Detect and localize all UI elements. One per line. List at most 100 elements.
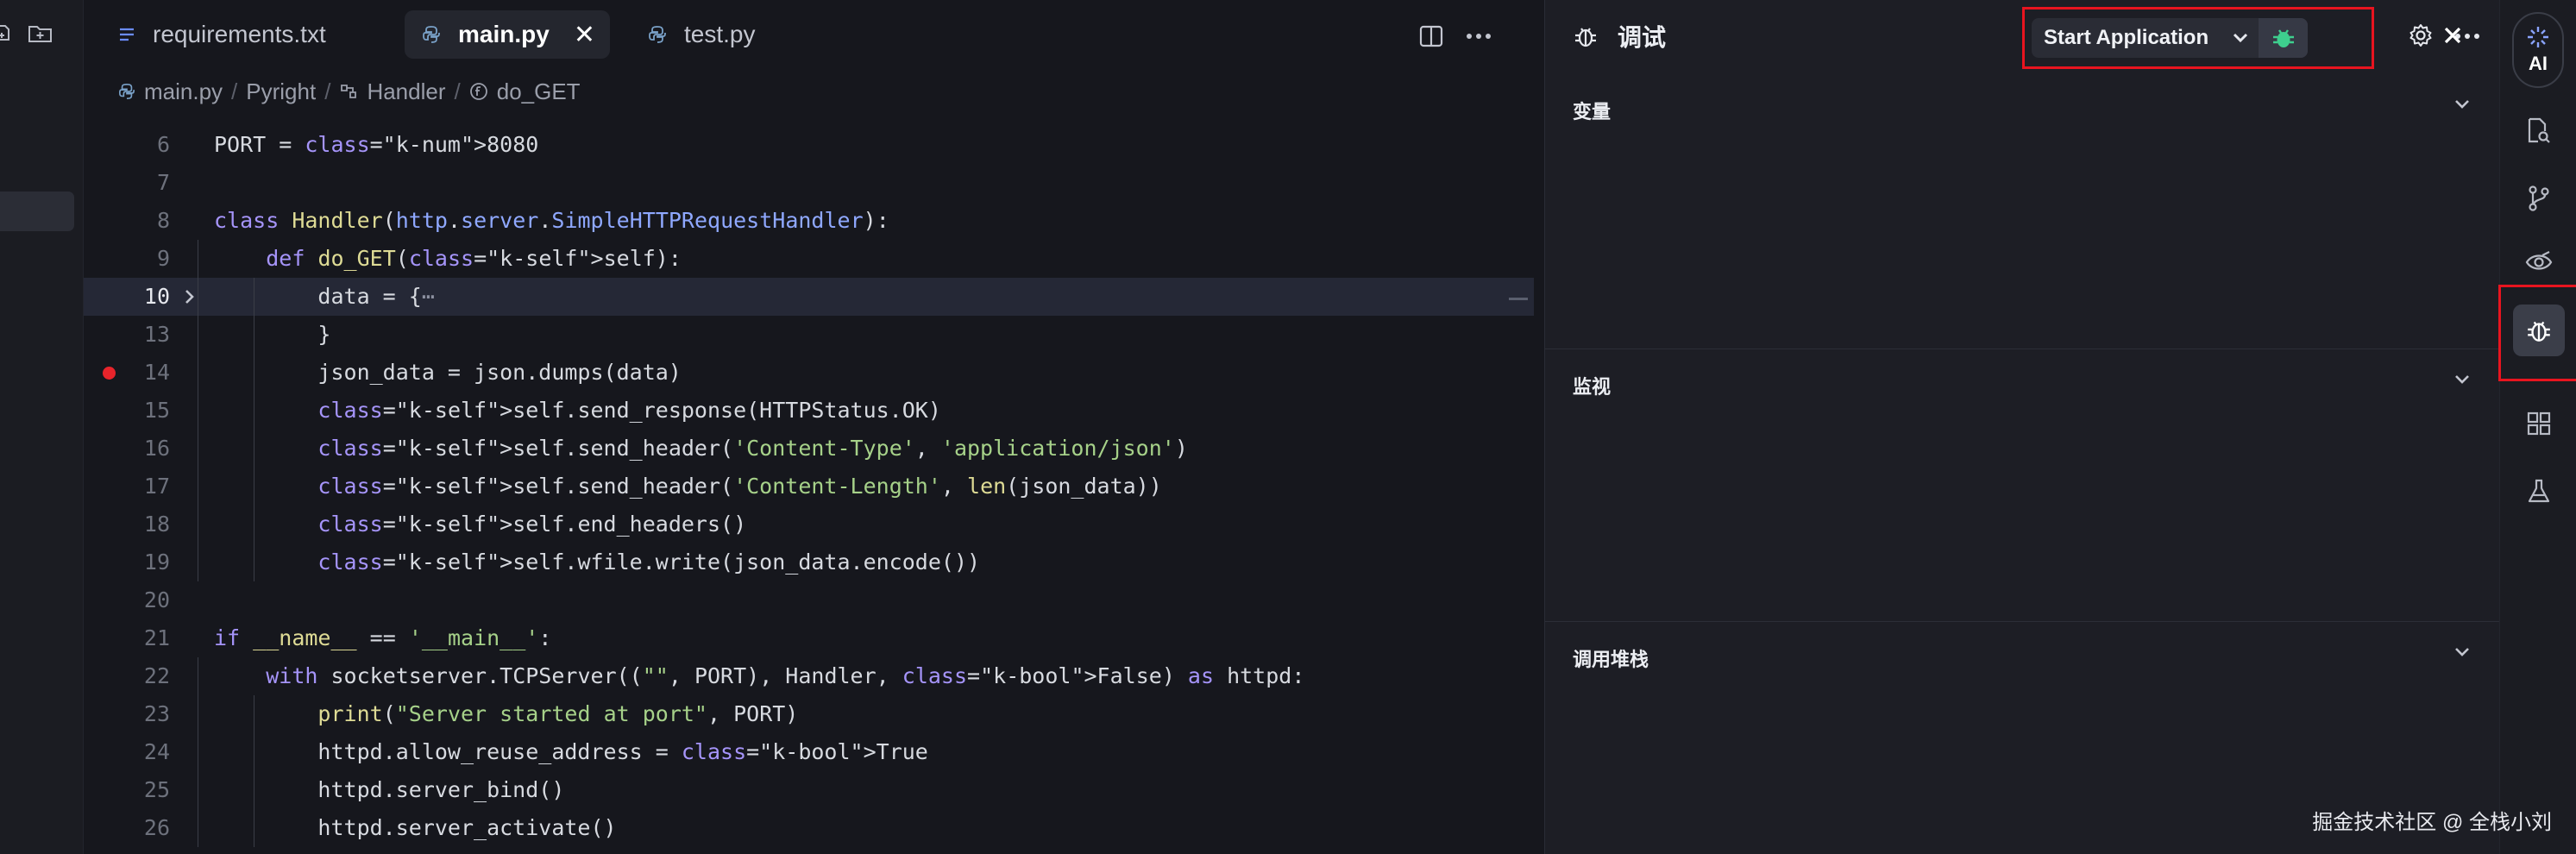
line-number[interactable]: 18 [84, 505, 170, 543]
line-number[interactable]: 14 [84, 354, 170, 392]
breadcrumb: main.py / Pyright / Handler / do_GET [118, 74, 581, 109]
line-number[interactable]: 17 [84, 468, 170, 505]
chevron-down-icon[interactable] [2453, 98, 2471, 110]
explorer-selected-item[interactable] [0, 192, 74, 231]
code-line[interactable]: 23 print("Server started at port", PORT) [84, 695, 1534, 733]
code-line[interactable]: 21 if __name__ == '__main__': [84, 619, 1534, 657]
sparkle-icon [2528, 27, 2548, 47]
chevron-down-icon[interactable] [2453, 374, 2471, 386]
chevron-down-icon[interactable] [2453, 646, 2471, 658]
line-number[interactable]: 19 [84, 543, 170, 581]
debug-panel: 调试 Start Application 变量 监视 调用堆栈 [1544, 0, 2500, 854]
tab-label: main.py [458, 21, 550, 47]
code-text: def do_GET(class="k-self">self): [266, 246, 682, 271]
close-icon[interactable] [2441, 24, 2464, 47]
launch-config-label: Start Application [2044, 26, 2209, 49]
code-line[interactable]: 19 class="k-self">self.wfile.write(json_… [84, 543, 1534, 581]
section-title[interactable]: 变量 [1573, 97, 1611, 124]
watermark: 掘金技术社区 @ 全栈小刘 [2312, 811, 2552, 834]
search-file-icon[interactable] [2500, 117, 2576, 145]
code-line[interactable]: 18 class="k-self">self.end_headers() [84, 505, 1534, 543]
line-number[interactable]: 25 [84, 771, 170, 809]
line-number[interactable]: 21 [84, 619, 170, 657]
source-control-icon[interactable] [2500, 185, 2576, 212]
code-text: } [214, 322, 331, 347]
code-line[interactable]: 6 PORT = class="k-num">8080 [84, 126, 1534, 164]
code-line[interactable]: 16 class="k-self">self.send_header('Cont… [84, 430, 1534, 468]
launch-config-select[interactable]: Start Application [2032, 18, 2308, 58]
bug-icon [2528, 321, 2550, 342]
tab-test-py[interactable]: test.py [636, 10, 826, 59]
debug-activity-highlight [2498, 285, 2576, 381]
line-number[interactable]: 6 [84, 126, 170, 164]
code-line[interactable]: 26 httpd.server_activate() [84, 809, 1534, 847]
code-line[interactable]: 13 } [84, 316, 1534, 354]
extensions-icon[interactable] [2500, 411, 2576, 436]
python-file-icon [648, 25, 667, 44]
code-line[interactable]: 17 class="k-self">self.send_header('Cont… [84, 468, 1534, 505]
close-tab-icon[interactable]: ✕ [574, 20, 595, 50]
code-text: httpd.allow_reuse_address = class="k-boo… [214, 739, 928, 764]
code-line[interactable]: 15 class="k-self">self.send_response(HTT… [84, 392, 1534, 430]
breadcrumb-class[interactable]: Handler [367, 78, 445, 105]
code-line[interactable]: 20 [84, 581, 1534, 619]
line-number[interactable]: 23 [84, 695, 170, 733]
launch-config-highlight: Start Application [2022, 7, 2374, 69]
code-line[interactable]: 22 with socketserver.TCPServer(("", PORT… [84, 657, 1534, 695]
ai-assistant-button[interactable]: AI [2512, 12, 2564, 88]
code-text: class="k-self">self.send_header('Content… [317, 436, 1188, 461]
section-title[interactable]: 监视 [1573, 372, 1611, 399]
line-number[interactable]: 20 [84, 581, 170, 619]
explorer-sidebar [0, 0, 84, 854]
code-text: httpd.server_activate() [214, 815, 617, 840]
code-line[interactable]: 25 httpd.server_bind() [84, 771, 1534, 809]
code-line[interactable]: 8 class Handler(http.server.SimpleHTTPReq… [84, 202, 1534, 240]
more-actions-icon[interactable] [1466, 33, 1492, 40]
line-number[interactable]: 15 [84, 392, 170, 430]
section-title[interactable]: 调用堆栈 [1573, 644, 1649, 672]
new-folder-icon[interactable] [28, 22, 53, 45]
bug-icon [2272, 29, 2294, 47]
code-line[interactable]: 24 httpd.allow_reuse_address = class="k-… [84, 733, 1534, 771]
chevron-down-icon[interactable] [2222, 32, 2259, 44]
breakpoint-icon[interactable] [103, 367, 116, 380]
code-line[interactable]: 9 def do_GET(class="k-self">self): [84, 240, 1534, 278]
line-number[interactable]: 24 [84, 733, 170, 771]
line-number[interactable]: 16 [84, 430, 170, 468]
new-file-icon[interactable] [0, 22, 16, 45]
line-number[interactable]: 10 [84, 278, 170, 316]
line-number[interactable]: 7 [84, 164, 170, 202]
python-file-icon [118, 83, 135, 100]
code-line[interactable]: 10 data = {⋯ [84, 278, 1534, 316]
gear-icon[interactable] [2408, 22, 2434, 48]
code-text: if __name__ == '__main__': [214, 625, 552, 650]
flask-icon[interactable] [2500, 478, 2576, 505]
debug-panel-title: 调试 [1573, 19, 1666, 53]
breadcrumb-file[interactable]: main.py [144, 78, 223, 105]
start-debugging-button[interactable] [2259, 18, 2308, 58]
breadcrumb-env[interactable]: Pyright [246, 78, 316, 105]
split-editor-icon[interactable] [1419, 24, 1443, 48]
code-line[interactable]: 14 json_data = json.dumps(data) [84, 354, 1534, 392]
debug-activity-button[interactable] [2513, 305, 2565, 356]
line-number[interactable]: 13 [84, 316, 170, 354]
code-text: class="k-self">self.send_header('Content… [317, 474, 1162, 499]
watch-section: 监视 [1545, 349, 2500, 621]
code-text: class="k-self">self.wfile.write(json_dat… [317, 549, 981, 575]
code-text: json_data = json.dumps(data) [214, 360, 682, 385]
editor-tab-bar: requirements.txt main.py ✕ test.py [84, 0, 1534, 71]
text-file-icon [118, 27, 135, 42]
debug-panel-header: 调试 Start Application [1545, 0, 2500, 74]
python-file-icon [422, 25, 441, 44]
code-text: with socketserver.TCPServer(("", PORT), … [266, 663, 1305, 688]
line-number[interactable]: 26 [84, 809, 170, 847]
code-line[interactable]: 7 [84, 164, 1534, 202]
breadcrumb-method[interactable]: do_GET [497, 78, 581, 105]
line-number[interactable]: 8 [84, 202, 170, 240]
tab-main-py[interactable]: main.py ✕ [405, 10, 610, 59]
bug-icon [1573, 23, 1599, 49]
line-number[interactable]: 22 [84, 657, 170, 695]
eye-icon[interactable] [2500, 250, 2576, 274]
chevron-right-icon[interactable] [184, 287, 196, 306]
line-number[interactable]: 9 [84, 240, 170, 278]
